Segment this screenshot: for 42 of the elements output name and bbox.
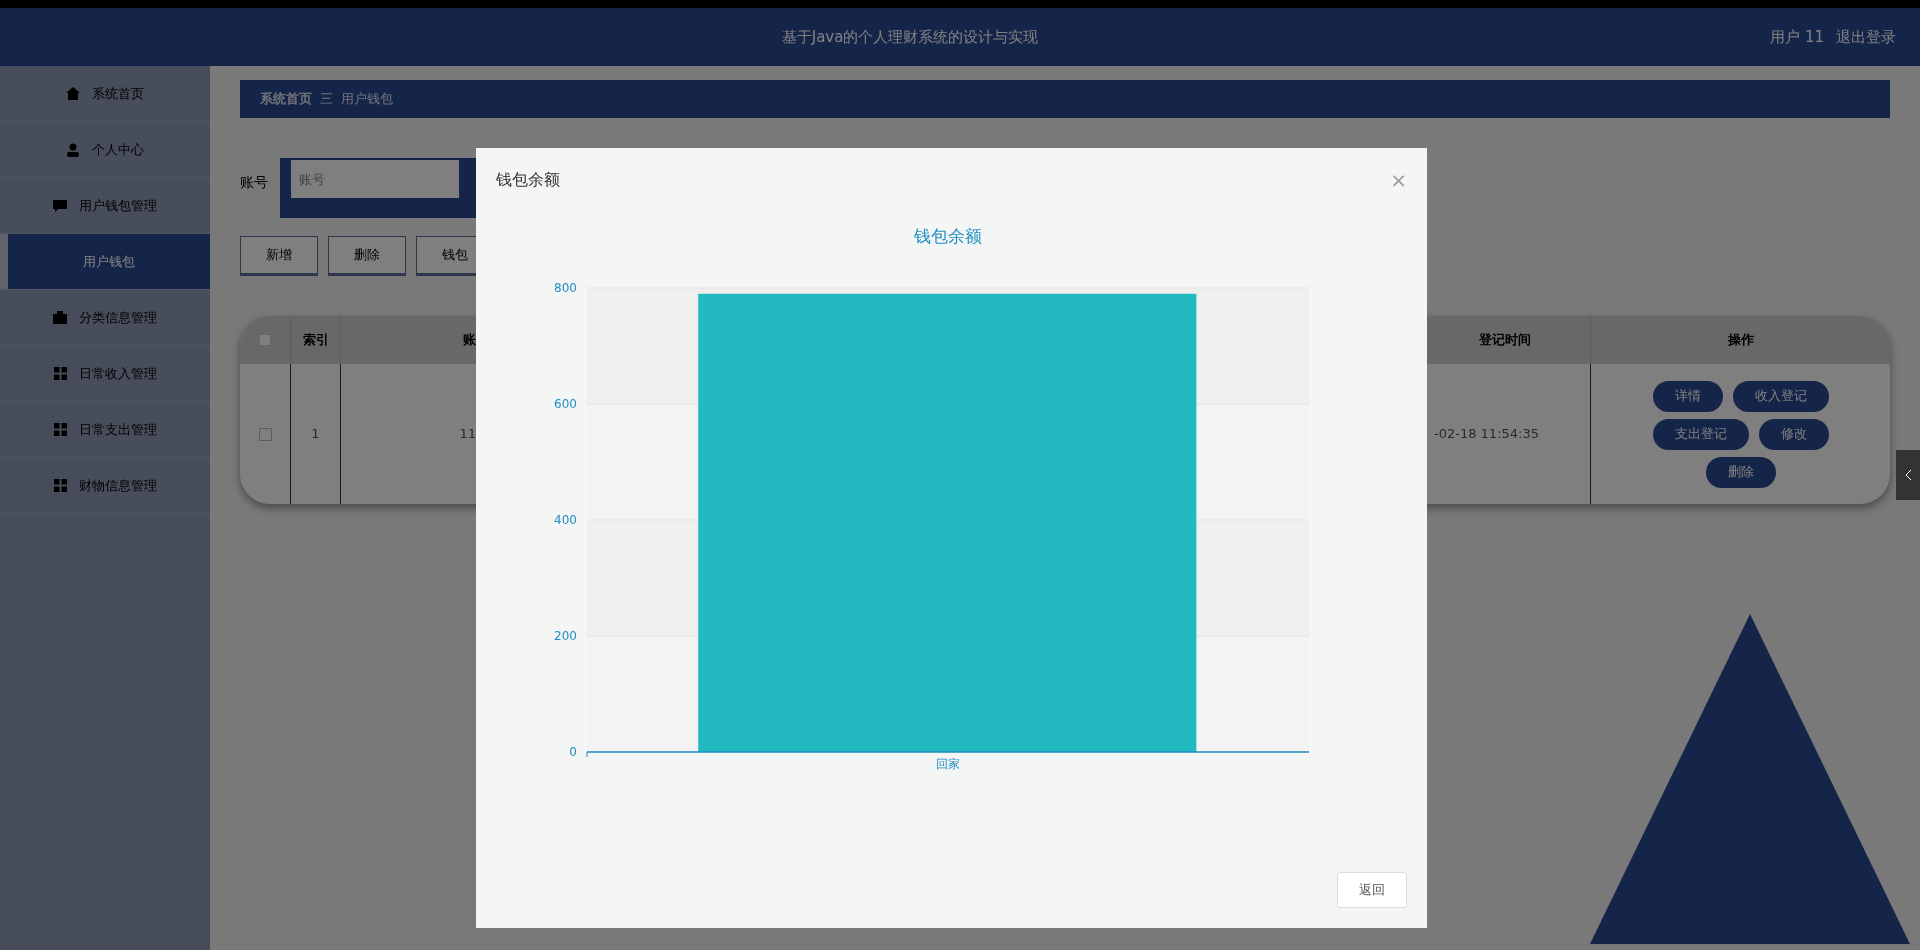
table-cell-text: -02-18 11:54:35 [1434,425,1539,444]
breadcrumb-separator: 三 [320,90,333,109]
row-checkbox[interactable] [258,427,272,441]
x-tick-label: 回家 [936,757,960,771]
toolbar-button[interactable]: 删除 [328,236,406,276]
y-tick-label: 200 [554,629,577,643]
logout-link[interactable]: 退出登录 [1836,25,1896,49]
back-button[interactable]: 返回 [1337,872,1407,908]
side-toggle-handle[interactable] [1896,450,1920,500]
user-name: 用户 11 [1770,26,1824,48]
column-header: 操作 [1590,316,1890,364]
chart-title: 钱包余额 [914,226,982,246]
action-button[interactable]: 删除 [1705,456,1776,488]
action-button[interactable]: 收入登记 [1732,380,1829,412]
grid-icon [53,479,67,492]
breadcrumb-home[interactable]: 系统首页 [260,89,312,109]
toolbar-button[interactable]: 新增 [240,236,318,276]
briefcase-icon [53,311,67,324]
table-cell-text: 11 [459,425,476,444]
user-icon [66,142,80,157]
search-label: 账号 [240,173,268,192]
table-cell-text: 1 [311,425,320,444]
y-tick-label: 600 [554,397,577,411]
header-checkbox[interactable] [259,334,271,346]
close-button[interactable]: × [1390,170,1407,190]
chat-icon [53,198,67,213]
column-header: 索引 [290,316,340,364]
action-button[interactable]: 详情 [1652,380,1723,412]
column-header: 登记时间 [1478,331,1532,350]
column-header: 账 [463,331,476,350]
grid-icon [53,367,67,380]
y-tick-label: 800 [554,281,577,295]
home-icon [66,87,80,100]
action-button[interactable]: 支出登记 [1652,418,1749,450]
chevron-left-icon [1904,469,1912,481]
grid-icon [53,423,67,436]
action-button[interactable]: 修改 [1758,418,1829,450]
breadcrumb-current: 用户钱包 [341,90,393,109]
y-tick-label: 0 [569,745,577,759]
app-title: 基于Java的个人理财系统的设计与实现 [781,26,1039,48]
sidebar-item[interactable]: 用户钱包 [0,234,210,290]
y-tick-label: 400 [554,513,577,527]
